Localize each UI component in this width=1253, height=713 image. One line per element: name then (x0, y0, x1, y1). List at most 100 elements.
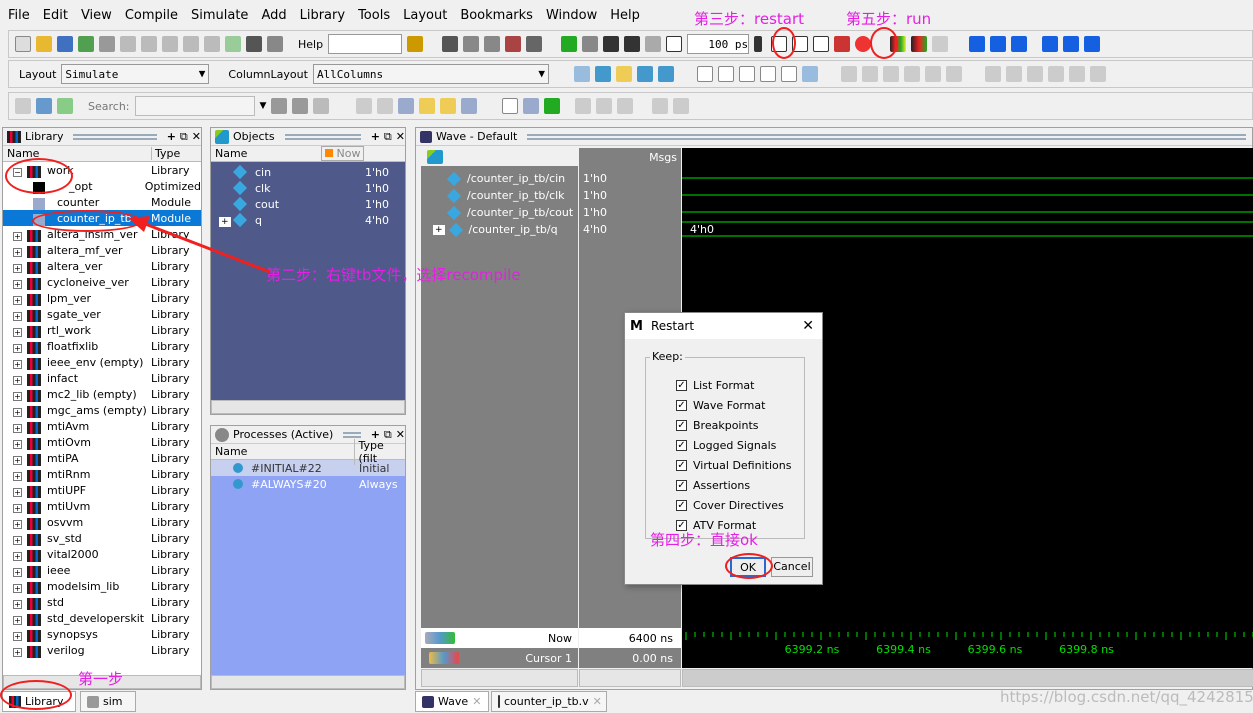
expand-icon[interactable]: + (13, 631, 22, 641)
cursor-icons[interactable] (429, 652, 459, 664)
library-item[interactable]: + mtiUvm Library (3, 498, 201, 514)
library-item[interactable]: + mtiRnm Library (3, 466, 201, 482)
library-item[interactable]: + mtiAvm Library (3, 418, 201, 434)
checkbox[interactable]: ✓ (676, 439, 687, 451)
undock-icon[interactable]: ⧉ (384, 130, 392, 144)
keep-option[interactable]: ✓ Logged Signals (676, 435, 804, 455)
library-item[interactable]: + floatfixlib Library (3, 338, 201, 354)
wave-format3-icon[interactable] (738, 66, 755, 82)
expand-icon[interactable]: + (13, 487, 22, 497)
expand-icon[interactable]: + (13, 615, 22, 625)
tab-source[interactable]: counter_ip_tb.v ✕ (491, 691, 607, 712)
library-item[interactable]: + vital2000 Library (3, 546, 201, 562)
expand-icon[interactable]: + (13, 375, 22, 385)
wave-signal[interactable]: /counter_ip_tb/cin (421, 170, 578, 187)
search-input[interactable] (134, 96, 255, 116)
edge-prev-icon[interactable] (984, 66, 1001, 82)
keep-option[interactable]: ✓ Wave Format (676, 395, 804, 415)
menu-file[interactable]: File (8, 8, 30, 23)
undock-icon[interactable]: ⧉ (180, 130, 188, 144)
expand-icon[interactable]: + (13, 423, 22, 433)
select-mode-icon[interactable] (840, 66, 857, 82)
step-into-all-icon[interactable] (1042, 36, 1059, 52)
print-icon[interactable] (99, 36, 115, 52)
column-layout-select[interactable]: AllColumns ▼ (312, 64, 549, 84)
keep-option[interactable]: ✓ Breakpoints (676, 415, 804, 435)
expand-icon[interactable]: + (13, 231, 22, 241)
expand-icon[interactable]: + (13, 247, 22, 257)
compile-all-icon[interactable] (442, 36, 459, 52)
trace-output-icon[interactable] (36, 98, 52, 114)
step-out-icon[interactable] (1011, 36, 1028, 52)
expand-icon[interactable]: + (13, 647, 22, 657)
hand-icon[interactable] (932, 36, 949, 52)
expand-icon[interactable]: + (13, 583, 22, 593)
library-item[interactable]: + ieee Library (3, 562, 201, 578)
expand-icon[interactable]: + (13, 551, 22, 561)
keep-option[interactable]: ✓ Cover Directives (676, 495, 804, 515)
object-item[interactable]: cin 1'h0 (211, 164, 405, 180)
insert-cursor-icon[interactable] (502, 98, 519, 114)
wave-fill-icon[interactable] (544, 98, 561, 114)
simulate-icon[interactable] (561, 36, 578, 52)
checkbox[interactable]: ✓ (676, 499, 687, 511)
wave-format4-icon[interactable] (759, 66, 776, 82)
step-out-all-icon[interactable] (1084, 36, 1101, 52)
checkbox[interactable]: ✓ (676, 419, 687, 431)
wave-signal[interactable]: + /counter_ip_tb/q (421, 221, 578, 238)
new-file-icon[interactable] (15, 36, 31, 52)
library-item[interactable]: + mgc_ams (empty) Library (3, 402, 201, 418)
help-input[interactable] (328, 34, 403, 54)
expand-icon[interactable]: + (13, 439, 22, 449)
compile-out-icon[interactable] (484, 36, 501, 52)
stop-sim-icon[interactable] (855, 36, 872, 52)
checkbox[interactable]: ✓ (676, 399, 687, 411)
expand-icon[interactable]: + (13, 327, 22, 337)
menu-help[interactable]: Help (610, 8, 640, 23)
zoom-last-icon[interactable] (440, 98, 457, 114)
col-name[interactable]: Name (211, 445, 354, 458)
library-item[interactable]: + lpm_ver Library (3, 290, 201, 306)
edge-fall-icon[interactable] (1026, 66, 1043, 82)
expand-icon[interactable]: + (13, 455, 22, 465)
wave-format6-icon[interactable] (801, 66, 818, 82)
library-item[interactable]: + mtiOvm Library (3, 434, 201, 450)
wave-signal[interactable]: /counter_ip_tb/cout (421, 204, 578, 221)
edge-last-icon[interactable] (1089, 66, 1106, 82)
reload-icon[interactable] (78, 36, 94, 52)
expand-icon[interactable]: + (13, 471, 22, 481)
compile-selected-icon[interactable] (463, 36, 480, 52)
expand-icon[interactable]: + (13, 599, 22, 609)
copy-icon[interactable] (141, 36, 157, 52)
expand-icon[interactable]: + (13, 567, 22, 577)
dialog-close-icon[interactable]: ✕ (802, 318, 814, 334)
search-next-icon[interactable] (292, 98, 309, 114)
expand-icon[interactable] (652, 98, 669, 114)
wave-edit-icon[interactable] (615, 66, 632, 82)
trace-input-icon[interactable] (15, 98, 31, 114)
now-column[interactable]: Now (321, 146, 365, 161)
expand-icon[interactable]: + (13, 407, 22, 417)
close-icon[interactable]: ✕ (192, 130, 201, 143)
zoom-mode-icon[interactable] (861, 66, 878, 82)
wave-gap-icon[interactable] (575, 98, 592, 114)
library-item[interactable]: + mc2_lib (empty) Library (3, 386, 201, 402)
process-item[interactable]: #ALWAYS#20 Always (211, 476, 405, 492)
processes-hscrollbar[interactable] (211, 675, 405, 689)
zoom-out-icon[interactable] (377, 98, 394, 114)
redo-icon[interactable] (204, 36, 220, 52)
library-item[interactable]: + synopsys Library (3, 626, 201, 642)
edge-next-icon[interactable] (1005, 66, 1022, 82)
break-sim-icon[interactable] (834, 36, 851, 52)
library-item[interactable]: + std Library (3, 594, 201, 610)
menu-window[interactable]: Window (546, 8, 597, 23)
expand-icon[interactable]: + (13, 503, 22, 513)
keep-option[interactable]: ✓ List Format (676, 375, 804, 395)
dropdown-arrow-icon[interactable]: ▼ (538, 67, 545, 80)
expand-icon[interactable]: + (13, 391, 22, 401)
time-ruler[interactable]: 6399.2 ns 6399.4 ns 6399.6 ns 6399.8 ns (682, 628, 1253, 668)
expand-icon[interactable]: + (13, 295, 22, 305)
close-tab-icon[interactable]: ✕ (593, 695, 602, 708)
library-item[interactable]: + mtiPA Library (3, 450, 201, 466)
library-item[interactable]: + verilog Library (3, 642, 201, 658)
